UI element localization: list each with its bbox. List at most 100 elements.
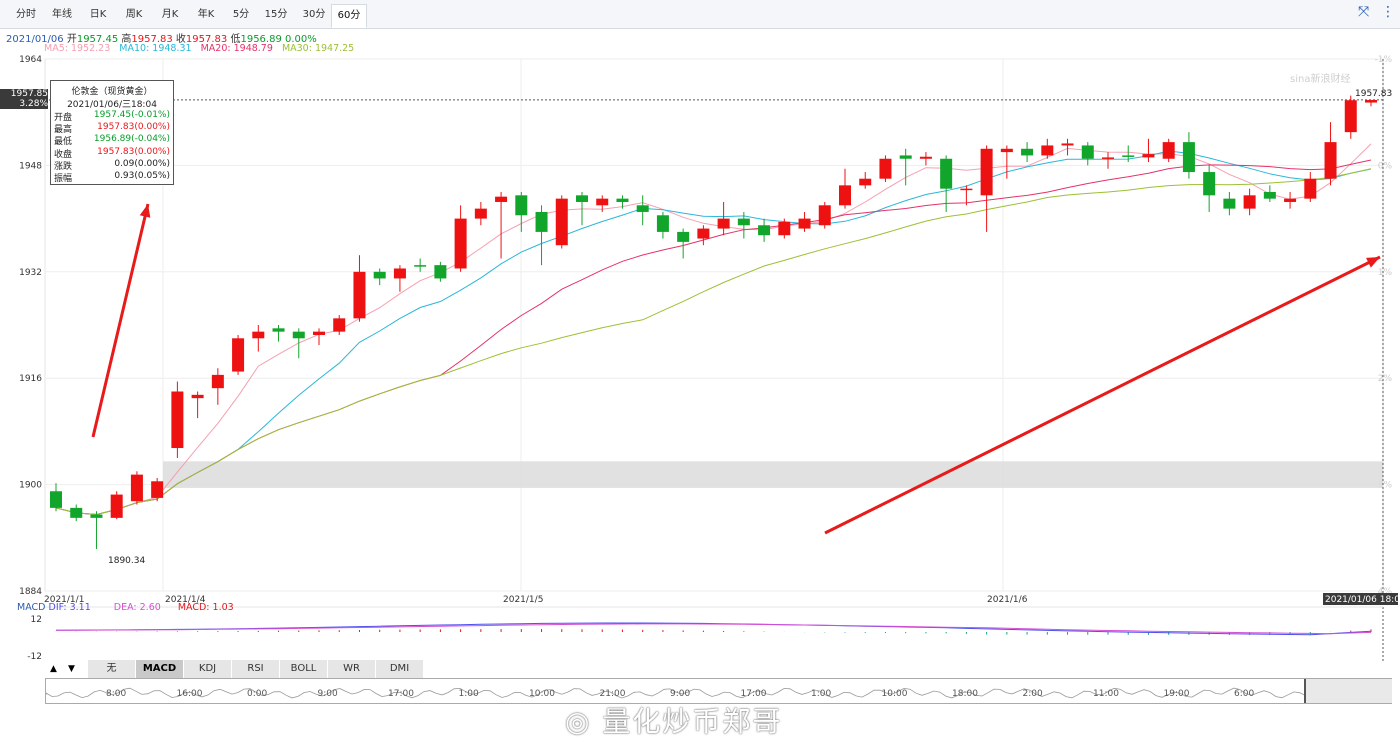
ma-line-ma5 xyxy=(55,143,1372,516)
candle-body xyxy=(1102,157,1114,159)
candle-body xyxy=(1142,154,1155,158)
tooltip-row-value: 1957.83(0.00%) xyxy=(97,122,170,133)
navigator-time-label: 19:00 xyxy=(1163,689,1190,699)
tooltip-row: 振幅 0.93(0.05%) xyxy=(54,171,170,184)
tab-7[interactable]: 15分 xyxy=(258,4,294,26)
tab-8[interactable]: 30分 xyxy=(296,4,332,26)
tooltip-row-key: 振幅 xyxy=(54,174,73,184)
candle-body xyxy=(919,156,932,159)
current-price-tag: 1957.85 3.28% xyxy=(0,89,48,109)
candle-body xyxy=(1061,143,1074,146)
candle-body xyxy=(1223,198,1236,209)
y-tick-label: 1932 xyxy=(19,268,42,278)
tooltip-row-key: 最低 xyxy=(54,137,73,148)
candle-body xyxy=(211,374,224,389)
candle-body xyxy=(454,218,467,269)
tooltip-row-value: 0.93(0.05%) xyxy=(114,171,170,181)
tab-9[interactable]: 60分 xyxy=(331,4,367,28)
tab-3[interactable]: 周K xyxy=(116,4,152,26)
candle-body xyxy=(1041,145,1054,156)
left-trend-arrow xyxy=(91,203,151,438)
indicator-up-arrow[interactable]: ▲ xyxy=(50,660,57,678)
candle-body xyxy=(879,158,892,179)
navigator-time-label: 17:00 xyxy=(740,689,767,699)
tooltip-row: 收盘 1957.83(0.00%) xyxy=(54,147,170,160)
indicator-tab-3[interactable]: RSI xyxy=(232,660,280,678)
tooltip-row-value: 1957.45(-0.01%) xyxy=(93,110,170,120)
candle-body xyxy=(859,178,872,186)
navigator-time-label: 9:00 xyxy=(317,689,338,699)
min-price-label: 1890.34 xyxy=(108,556,145,566)
indicator-down-arrow[interactable]: ▼ xyxy=(68,660,75,678)
candle-body xyxy=(1122,155,1135,157)
candle-body xyxy=(960,188,973,191)
arrow-shaft xyxy=(91,203,150,438)
price-tag-value: 1957.85 xyxy=(10,89,48,99)
candle-body xyxy=(50,491,62,508)
candle-body xyxy=(940,158,953,189)
candle-body xyxy=(1000,148,1013,153)
candle-body xyxy=(171,391,184,449)
candle-body xyxy=(252,331,265,339)
candle-body xyxy=(555,198,568,246)
more-icon[interactable]: ⋮ xyxy=(1381,4,1395,20)
period-tab-bar: 分时 年线 日K 周K 月K 年K 5分 15分 30分 60分 ⤧ ⋮ xyxy=(0,0,1400,29)
y-tick-label: 1916 xyxy=(19,374,42,384)
candle-body xyxy=(151,481,164,498)
candle-body xyxy=(495,196,508,202)
candlestick-chart[interactable]: 1884 4%1900 3%1916 2%1932 1%1948 0%1964 -1%202… xyxy=(0,52,1400,662)
tab-1[interactable]: 年线 xyxy=(44,4,80,26)
navigator-selection-handle[interactable] xyxy=(1304,679,1392,703)
candle-body xyxy=(353,271,366,319)
weibo-watermark: ◎ 量化炒币郑哥 xyxy=(565,705,783,738)
candle-body xyxy=(1021,148,1034,156)
candle-body xyxy=(434,265,447,279)
right-pct-label: 0% xyxy=(1378,161,1393,171)
indicator-tab-1[interactable]: MACD xyxy=(136,660,184,678)
candle-body xyxy=(1162,142,1175,159)
candle-body xyxy=(616,198,629,202)
candle-body xyxy=(1324,142,1337,179)
tab-4[interactable]: 月K xyxy=(152,4,188,26)
candle-body xyxy=(191,394,204,399)
indicator-tab-0[interactable]: 无 xyxy=(88,660,136,678)
last-price-label: 1957.83 xyxy=(1355,89,1392,99)
candle-body xyxy=(535,211,548,232)
indicator-tab-6[interactable]: DMI xyxy=(376,660,424,678)
navigator-time-label: 1:00 xyxy=(458,689,479,699)
sina-watermark: sina新浪财经 xyxy=(1290,74,1351,85)
candle-body xyxy=(393,268,406,279)
y-tick-label: 1900 xyxy=(19,481,42,491)
candle-body xyxy=(232,338,245,372)
navigator-time-label: 6:00 xyxy=(1234,689,1255,699)
candle-body xyxy=(1284,198,1297,202)
cursor-time-text: 2021/01/06 18:04 xyxy=(1325,595,1400,605)
y-tick-label: 1964 xyxy=(19,55,42,65)
navigator-time-label: 17:00 xyxy=(388,689,414,699)
support-zone xyxy=(163,461,1383,488)
tooltip-row-value: 0.09(0.00%) xyxy=(114,158,170,169)
indicator-tab-4[interactable]: BOLL xyxy=(280,660,328,678)
indicator-tab-5[interactable]: WR xyxy=(328,660,376,678)
navigator-time-label: 9:00 xyxy=(670,689,691,699)
tooltip-row-key: 最高 xyxy=(54,125,73,136)
tooltip-row-key: 收盘 xyxy=(54,149,73,160)
tooltip-row: 开盘 1957.45(-0.01%) xyxy=(54,110,170,123)
tab-2[interactable]: 日K xyxy=(80,4,116,26)
tab-5[interactable]: 年K xyxy=(188,4,224,26)
watermark-text: 量化炒币郑哥 xyxy=(602,705,783,738)
candle-body xyxy=(697,228,710,239)
fullscreen-icon[interactable]: ⤧ xyxy=(1358,4,1369,20)
tab-0[interactable]: 分时 xyxy=(8,4,44,26)
macd-value-label: MACD: 1.03 xyxy=(177,602,234,613)
indicator-tab-2[interactable]: KDJ xyxy=(184,660,232,678)
candle-body xyxy=(110,494,123,518)
tab-6[interactable]: 5分 xyxy=(224,4,258,26)
navigator-time-label: 16:00 xyxy=(176,689,203,699)
candle-body xyxy=(596,198,609,206)
candle-body xyxy=(737,218,750,226)
tooltip-datetime: 2021/01/06/三18:04 xyxy=(67,100,157,110)
tooltip-row-value: 1956.89(-0.04%) xyxy=(93,134,170,145)
navigator-time-label: 18:00 xyxy=(952,689,978,699)
candle-body xyxy=(818,205,831,226)
